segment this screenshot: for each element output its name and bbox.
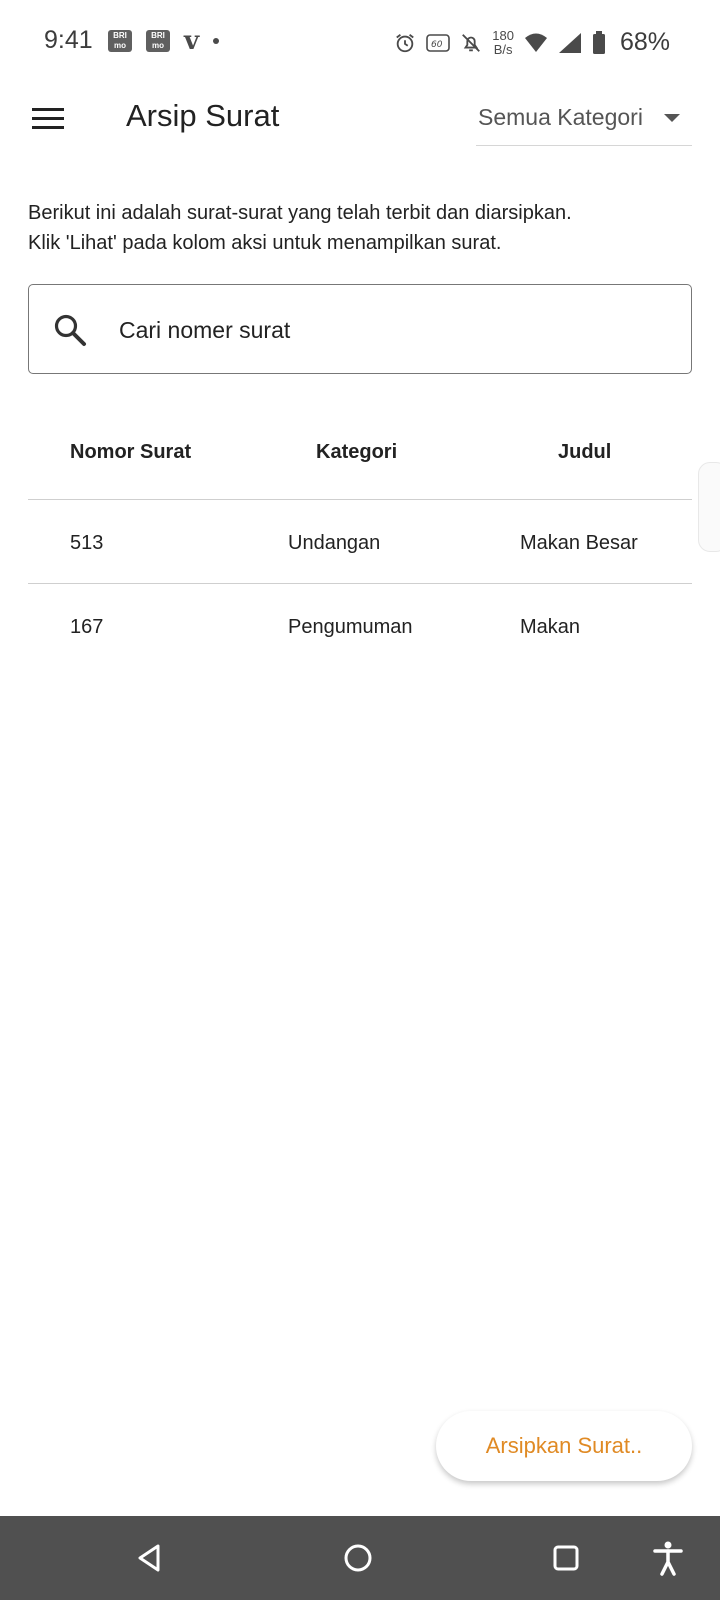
more-notifications-dot-icon [213, 38, 220, 44]
menu-button[interactable] [28, 104, 70, 136]
accessibility-icon[interactable] [648, 1538, 688, 1578]
column-header-kategori[interactable]: Kategori [316, 441, 397, 464]
cell-nomor-surat: 513 [70, 532, 104, 554]
cell-nomor-surat: 167 [70, 616, 104, 638]
horizontal-scroll-handle[interactable] [698, 462, 720, 552]
column-header-judul[interactable]: Judul [558, 441, 611, 464]
network-speed-unit: B/s [493, 41, 513, 57]
description-line-1: Berikut ini adalah surat-surat yang tela… [28, 202, 572, 224]
category-filter-dropdown[interactable]: Semua Kategori [476, 100, 692, 146]
category-filter-value: Semua Kategori [478, 104, 643, 130]
vidio-icon: v [184, 26, 200, 56]
svg-text:60: 60 [431, 40, 443, 50]
search-icon [54, 314, 86, 346]
table-row[interactable]: 513 Undangan Makan Besar [28, 500, 692, 584]
cell-judul: Makan [520, 616, 581, 638]
cellular-signal-icon [558, 32, 581, 53]
page-title: Arsip Surat [126, 98, 280, 133]
status-time: 9:41 [44, 26, 93, 54]
letters-table: Nomor Surat Kategori Judul 513 Undangan … [28, 416, 692, 668]
cell-kategori: Undangan [288, 532, 381, 554]
status-bar: 9:41 BRI mo BRI mo v 60 180 B/s 68% [0, 0, 720, 84]
app-bar: Arsip Surat Semua Kategori [0, 84, 720, 156]
cell-kategori: Pengumuman [288, 616, 413, 638]
table-row[interactable]: 167 Pengumuman Makan [28, 584, 692, 668]
alarm-icon [396, 33, 415, 52]
system-icons: 60 180 B/s 68% [394, 28, 670, 57]
hamburger-menu-icon [28, 108, 70, 129]
battery-icon [592, 30, 605, 54]
cell-judul: Makan Besar [520, 532, 638, 554]
back-triangle-icon[interactable] [130, 1538, 170, 1578]
column-header-nomor-surat[interactable]: Nomor Surat [70, 441, 191, 464]
network-speed: 180 B/s [492, 27, 514, 57]
search-input[interactable] [119, 310, 659, 350]
wifi-icon [524, 33, 547, 52]
search-box[interactable] [28, 284, 692, 374]
network-speed-value: 180 [492, 27, 514, 43]
dropdown-arrow-icon [664, 114, 680, 122]
table-header-row: Nomor Surat Kategori Judul [28, 416, 692, 500]
bri-mo-icon: BRI mo [146, 30, 170, 52]
page-description: Berikut ini adalah surat-surat yang tela… [28, 198, 692, 258]
battery-percentage: 68% [619, 28, 670, 56]
recent-apps-square-icon[interactable] [546, 1538, 586, 1578]
bri-mo-icon: BRI mo [108, 30, 132, 52]
system-navigation-bar [0, 1516, 720, 1600]
bell-off-icon [462, 33, 481, 52]
archive-letter-button-label: Arsipkan Surat.. [485, 1433, 643, 1458]
archive-letter-button[interactable]: Arsipkan Surat.. [436, 1411, 692, 1481]
refresh-rate-60hz-icon: 60 [426, 33, 451, 52]
notification-icons: BRI mo BRI mo v [108, 26, 220, 56]
description-line-2: Klik 'Lihat' pada kolom aksi untuk menam… [28, 232, 502, 254]
home-circle-icon[interactable] [338, 1538, 378, 1578]
